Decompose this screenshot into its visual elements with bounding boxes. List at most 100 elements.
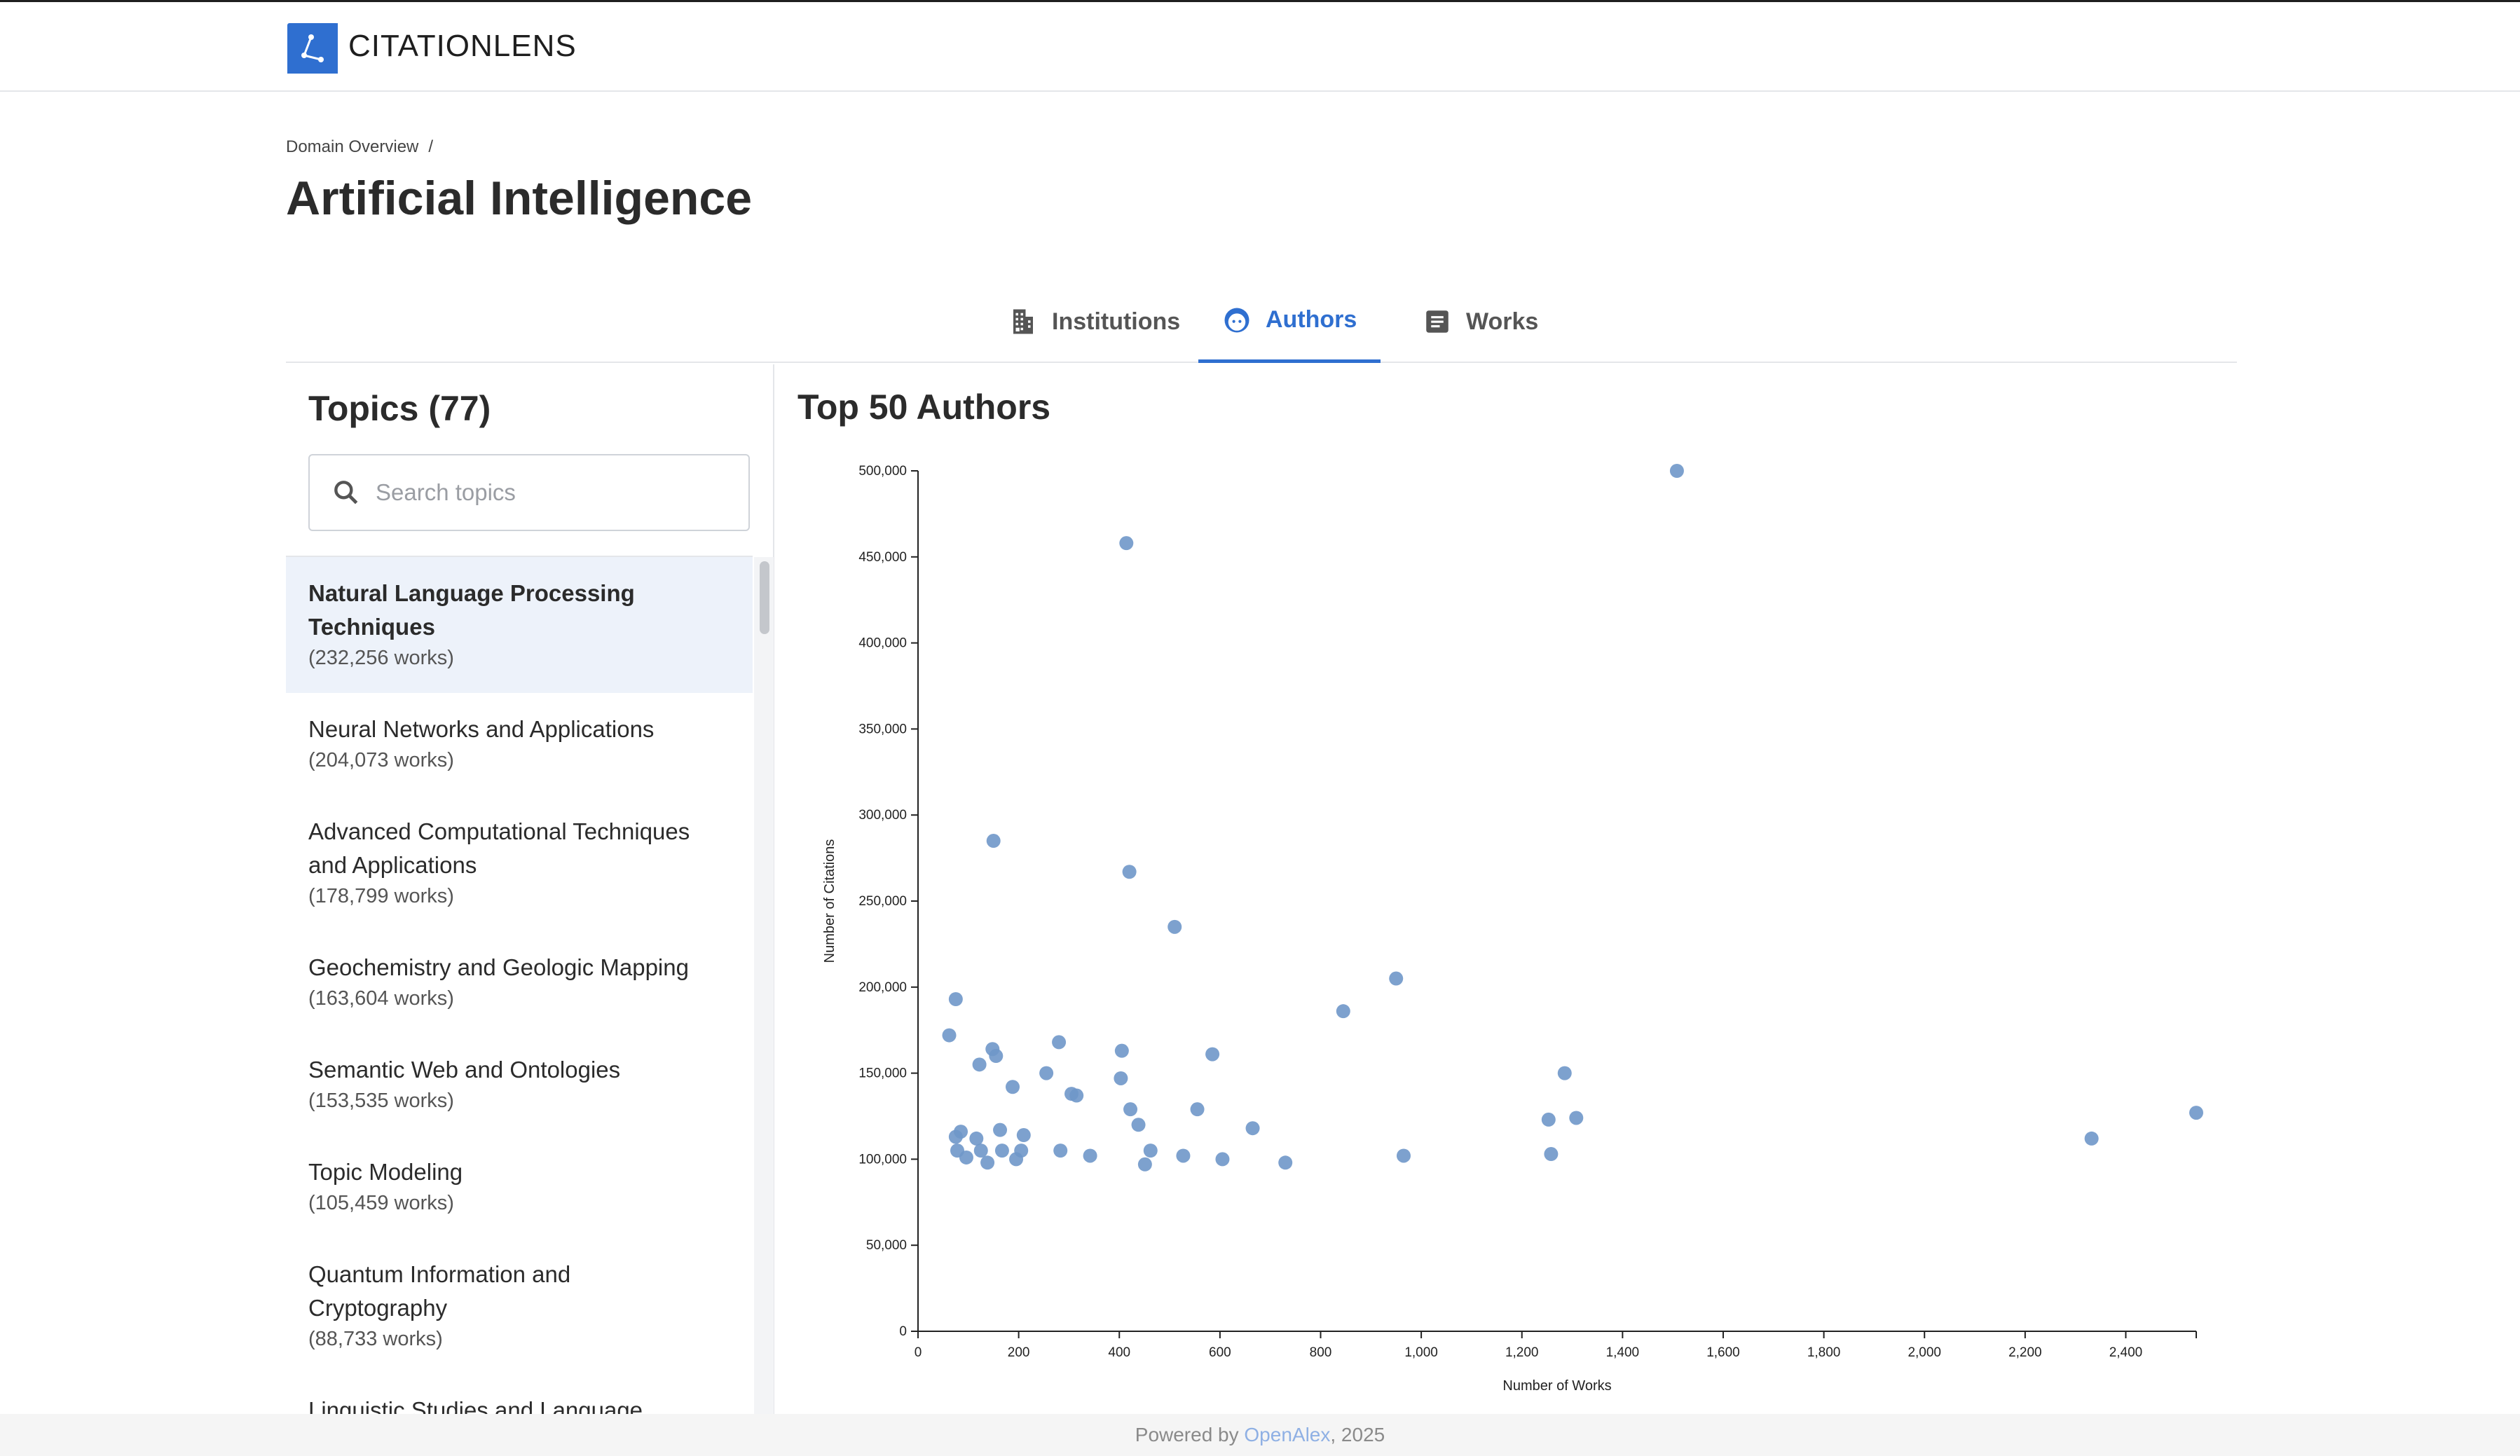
data-point [1215,1152,1230,1167]
data-point [1143,1143,1158,1158]
top-navbar: CITATIONLENS [0,0,2520,92]
topic-name: Quantum Information and Cryptography [308,1261,571,1321]
openalex-link[interactable]: OpenAlex [1244,1424,1330,1445]
topic-item[interactable]: Topic Modeling (105,459 works) [286,1136,753,1238]
topic-count: (204,073 works) [308,749,454,771]
x-tick-label: 2,000 [1908,1345,1941,1360]
y-tick-label: 50,000 [866,1238,907,1253]
data-point [1278,1155,1293,1170]
chart-title: Top 50 Authors [797,387,1051,427]
topic-list-scrollbar[interactable] [754,557,774,1414]
topic-name: Advanced Computational Techniques and Ap… [308,818,690,878]
x-tick-label: 1,000 [1404,1345,1438,1360]
logo-icon[interactable] [287,23,338,74]
tab-authors[interactable]: Authors [1198,280,1381,363]
data-point [1131,1118,1146,1132]
data-point [1114,1043,1129,1058]
data-point [948,991,963,1006]
data-point [994,1143,1009,1158]
breadcrumb: Domain Overview / [286,137,433,157]
app-name[interactable]: CITATIONLENS [348,29,577,64]
data-point [1176,1148,1191,1163]
x-tick-label: 1,200 [1505,1345,1539,1360]
topic-item[interactable]: Quantum Information and Cryptography (88… [286,1238,753,1374]
y-tick-label: 150,000 [858,1066,907,1081]
data-point [1205,1047,1220,1062]
topic-search-box[interactable] [308,454,750,531]
topic-item[interactable]: Natural Language Processing Techniques (… [286,557,753,693]
topic-name: Neural Networks and Applications [308,716,655,742]
y-tick-label: 500,000 [858,464,907,479]
footer-prefix: Powered by [1135,1424,1245,1445]
y-tick-label: 0 [899,1324,907,1339]
data-point [1669,464,1684,478]
document-icon [1426,310,1449,333]
y-tick-label: 300,000 [858,808,907,823]
y-tick-label: 250,000 [858,894,907,909]
topic-name: Semantic Web and Ontologies [308,1057,621,1083]
topic-count: (178,799 works) [308,885,454,907]
data-point [1167,919,1182,934]
data-point [1114,1071,1128,1085]
topic-count: (163,604 works) [308,987,454,1010]
data-point [959,1150,973,1165]
data-point [1396,1148,1411,1163]
topic-item[interactable]: Geochemistry and Geologic Mapping (163,6… [286,931,753,1033]
y-tick-label: 450,000 [858,550,907,565]
building-icon [1013,309,1033,334]
topic-name: Topic Modeling [308,1159,463,1185]
search-input[interactable] [374,479,741,507]
data-point [942,1028,957,1043]
topic-item[interactable]: Advanced Computational Techniques and Ap… [286,795,753,931]
breadcrumb-domain-overview[interactable]: Domain Overview [286,137,418,157]
x-tick-label: 600 [1209,1345,1231,1360]
topic-item[interactable]: Semantic Web and Ontologies (153,535 wor… [286,1033,753,1136]
topic-name: Natural Language Processing Techniques [308,580,635,640]
x-tick-label: 800 [1310,1345,1332,1360]
y-axis-label: Number of Citations [822,839,837,963]
data-point [1190,1102,1205,1117]
data-point [2189,1106,2203,1120]
search-icon [334,481,358,504]
topic-name: Geochemistry and Geologic Mapping [308,954,689,980]
data-point [1039,1066,1054,1080]
breadcrumb-separator: / [428,137,434,156]
data-point [1006,1080,1020,1094]
data-point [972,1057,987,1072]
y-tick-label: 200,000 [858,980,907,995]
tab-works[interactable]: Works [1399,280,1562,363]
data-point [1245,1121,1260,1136]
tab-institutions-label: Institutions [1052,308,1181,335]
tab-bar: Institutions Authors Works [286,280,2237,363]
data-point [1541,1112,1556,1127]
y-tick-label: 100,000 [858,1152,907,1167]
data-point [1557,1066,1572,1080]
topic-name: Linguistic Studies and Language [308,1397,643,1415]
x-tick-label: 200 [1008,1345,1030,1360]
data-point [1083,1148,1097,1163]
topic-item[interactable]: Neural Networks and Applications (204,07… [286,693,753,795]
tab-works-label: Works [1466,308,1539,335]
topics-sidebar: Topics (77) Natural Language Processing … [286,364,774,1415]
topic-item[interactable]: Linguistic Studies and Language [286,1374,753,1415]
topic-count: (153,535 works) [308,1090,454,1112]
data-point [948,1129,963,1144]
face-icon [1224,308,1249,332]
topic-count: (88,733 works) [308,1328,443,1350]
y-tick-label: 350,000 [858,722,907,736]
data-point [1569,1111,1584,1125]
tab-institutions[interactable]: Institutions [985,280,1204,363]
data-point [2084,1131,2099,1146]
scrollbar-thumb[interactable] [760,561,769,634]
data-point [1119,536,1134,551]
data-point [1009,1152,1024,1167]
data-point [1336,1004,1350,1019]
data-point [969,1131,984,1146]
data-point [993,1122,1008,1137]
data-point [1544,1147,1559,1162]
x-tick-label: 1,600 [1706,1345,1740,1360]
data-point [1122,865,1137,879]
data-point [1137,1157,1152,1172]
topic-count: (105,459 works) [308,1192,454,1214]
x-tick-label: 0 [915,1345,922,1360]
